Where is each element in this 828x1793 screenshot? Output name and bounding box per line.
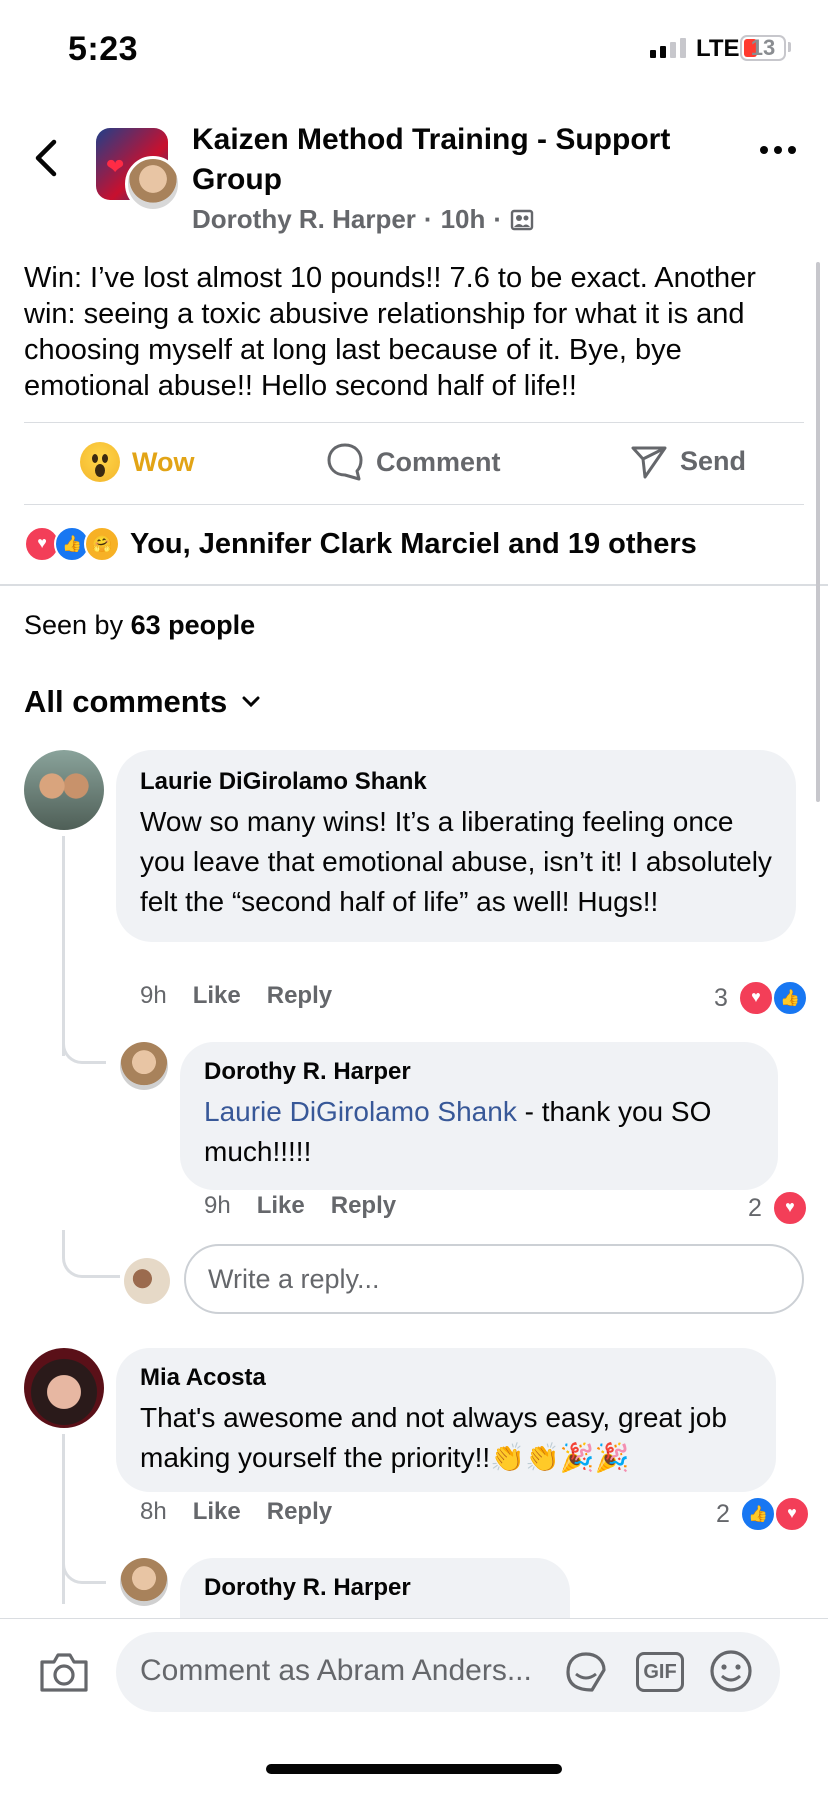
signal-icon [650,38,686,58]
reply-time[interactable]: 9h [204,1192,231,1220]
comment-button[interactable]: Comment [326,442,501,482]
seen-by[interactable]: Seen by 63 people [24,610,255,641]
comments-filter-label: All comments [24,684,228,719]
reply-button[interactable]: Reply [267,1498,332,1526]
comment-reaction-number: 3 [714,983,728,1012]
like-button[interactable]: Like [193,982,241,1010]
my-avatar [124,1258,170,1304]
gif-button[interactable]: GIF [636,1652,684,1692]
send-icon [631,446,667,479]
battery-tip [788,42,791,52]
post-text: Win: I’ve lost almost 10 pounds!! 7.6 to… [24,262,756,402]
battery-icon: 13 [740,35,786,61]
comment-bubble[interactable]: Mia Acosta That's awesome and not always… [116,1348,776,1492]
emoji-icon[interactable] [708,1648,754,1694]
send-label: Send [680,445,747,476]
more-options-icon[interactable] [760,146,796,154]
reply-author[interactable]: Dorothy R. Harper [204,1058,754,1086]
wow-label: Wow [132,446,195,477]
love-reaction-icon: ♥ [737,980,774,1016]
like-reaction-icon: 👍 [771,980,808,1016]
comment-author[interactable]: Laurie DiGirolamo Shank [140,768,772,796]
network-label: LTE [696,35,740,62]
reply-avatar[interactable] [120,1558,168,1606]
post-age[interactable]: 10h [441,204,486,235]
commenter-avatar[interactable] [24,750,104,830]
reply-button[interactable]: Reply [267,982,332,1010]
comment-reaction-count[interactable]: 3 ♥ 👍 [714,980,808,1016]
care-reaction-icon: 🤗 [84,526,120,562]
post-meta: Dorothy R. Harper · 10h · [192,204,534,235]
chevron-down-icon [242,696,260,708]
comment-text: That's awesome and not always easy, grea… [140,1402,727,1473]
author-avatar[interactable] [125,156,181,212]
home-indicator[interactable] [266,1764,562,1774]
comment-author[interactable]: Mia Acosta [140,1364,752,1392]
reply-author[interactable]: Dorothy R. Harper [204,1574,546,1602]
reply-connector [62,1020,106,1064]
sticker-icon[interactable] [562,1648,610,1696]
camera-icon[interactable] [38,1650,90,1694]
reply-connector [62,1230,120,1278]
divider [24,504,804,505]
comment-meta: 9h Like Reply [140,982,332,1010]
section-divider [0,584,828,586]
like-button[interactable]: Like [193,1498,241,1526]
comment-bubble[interactable]: Laurie DiGirolamo Shank Wow so many wins… [116,750,796,942]
battery-level: 13 [750,35,776,60]
comment-label: Comment [376,446,501,477]
reply-avatar[interactable] [120,1042,168,1090]
comment-time[interactable]: 9h [140,982,167,1010]
comment-icon [327,443,363,481]
reply-button[interactable]: Reply [331,1192,396,1220]
meta-separator: · [423,204,433,234]
scrollbar[interactable] [816,262,820,802]
wow-reaction-button[interactable]: Wow [80,442,195,482]
reactions-summary[interactable]: ♥ 👍 🤗 You, Jennifer Clark Marciel and 19… [24,526,697,562]
back-icon[interactable] [32,138,62,178]
post-author[interactable]: Dorothy R. Harper [192,204,416,235]
reply-bubble[interactable]: Dorothy R. Harper Laurie DiGirolamo Shan… [180,1042,778,1190]
write-reply-input[interactable]: Write a reply... [184,1244,804,1314]
comments-filter-dropdown[interactable]: All comments [24,684,261,720]
comment-meta: 8h Like Reply [140,1498,332,1526]
love-reaction-icon: ♥ [773,1496,810,1532]
seen-prefix: Seen by [24,610,124,640]
comment-text: Wow so many wins! It’s a liberating feel… [140,806,772,917]
reply-meta: 9h Like Reply [204,1192,396,1220]
like-reaction-icon: 👍 [739,1496,776,1532]
commenter-avatar[interactable] [24,1348,104,1428]
comment-reaction-number: 2 [716,1499,730,1528]
love-reaction-icon: ♥ [771,1190,808,1226]
reply-reaction-count[interactable]: 2 ♥ [748,1190,808,1226]
meta-separator: · [493,204,503,234]
comment-reaction-count[interactable]: 2 👍 ♥ [716,1496,810,1532]
divider [24,422,804,423]
wow-emoji-icon [80,442,120,482]
seen-count: 63 people [130,610,256,640]
like-button[interactable]: Like [257,1192,305,1220]
reactions-summary-text: You, Jennifer Clark Marciel and 19 other… [130,527,697,560]
heart-icon: ❤ [106,154,125,179]
reply-text: Laurie DiGirolamo Shank - thank you SO m… [204,1092,754,1172]
status-time: 5:23 [68,30,139,68]
comment-time[interactable]: 8h [140,1498,167,1526]
group-title[interactable]: Kaizen Method Training - Support Group [192,120,712,200]
mention-link[interactable]: Laurie DiGirolamo Shank [204,1096,517,1127]
reply-reaction-number: 2 [748,1193,762,1222]
send-button[interactable]: Send [630,442,746,480]
group-members-icon [510,209,534,230]
reply-connector [62,1540,106,1584]
thread-line [62,1434,65,1604]
